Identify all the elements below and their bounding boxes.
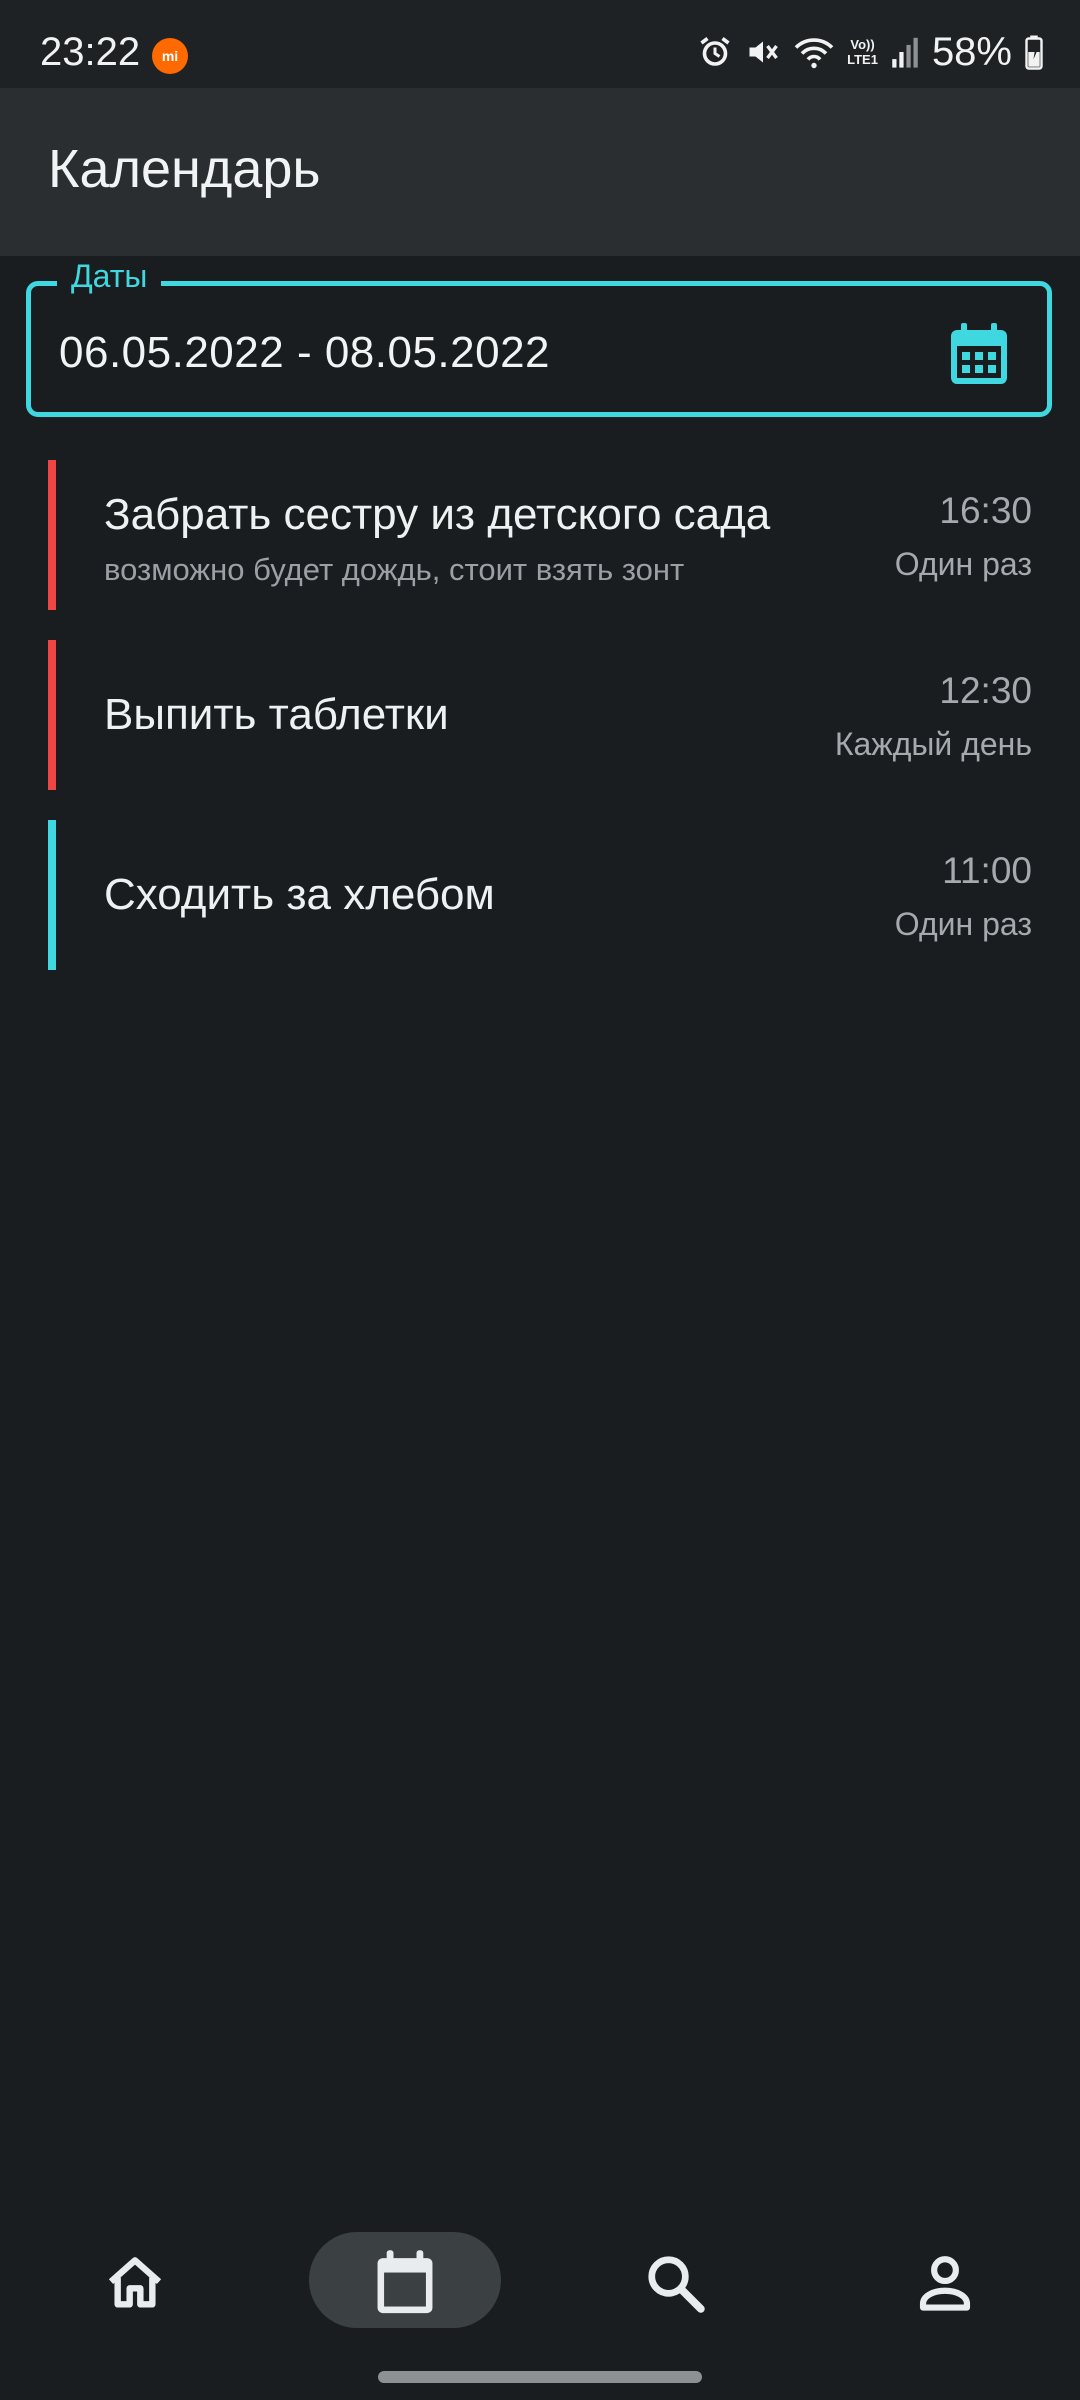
app-bar: Календарь <box>0 88 1080 256</box>
lte-label: LTE1 <box>847 52 878 67</box>
nav-search[interactable] <box>610 2220 740 2350</box>
network-type-label: Vo)) LTE1 <box>847 37 878 67</box>
event-title: Выпить таблетки <box>104 690 449 739</box>
signal-icon <box>890 35 920 69</box>
wifi-icon <box>793 34 835 70</box>
profile-icon <box>914 2252 976 2319</box>
nav-calendar[interactable] <box>340 2220 470 2350</box>
mi-notification-icon: mi <box>152 38 188 74</box>
battery-icon <box>1024 34 1044 70</box>
event-repeat: Один раз <box>894 906 1032 942</box>
bottom-navigation <box>0 2220 1080 2350</box>
status-bar: 23:22 mi Vo)) LTE1 58% <box>0 0 1080 88</box>
home-icon <box>103 2251 167 2320</box>
event-item[interactable]: Выпить таблетки 12:30 Каждый день <box>48 640 1032 790</box>
alarm-icon <box>697 34 733 70</box>
nav-home[interactable] <box>70 2220 200 2350</box>
calendar-icon[interactable] <box>949 322 1009 386</box>
volte-label: Vo)) <box>850 37 875 52</box>
page-title: Календарь <box>48 139 321 199</box>
event-title: Забрать сестру из детского сада <box>104 490 771 539</box>
gesture-navigation-bar[interactable] <box>378 2371 702 2383</box>
battery-percent: 58% <box>931 29 1012 74</box>
event-color-bar <box>48 460 56 610</box>
event-repeat: Один раз <box>894 546 1032 582</box>
vibrate-off-icon <box>745 34 781 70</box>
status-time: 23:22 <box>40 30 141 74</box>
nav-profile[interactable] <box>880 2220 1010 2350</box>
dates-field[interactable]: Даты 06.05.2022 - 08.05.2022 <box>26 258 1052 417</box>
event-repeat: Каждый день <box>834 726 1032 762</box>
dates-range-value[interactable]: 06.05.2022 - 08.05.2022 <box>59 328 550 378</box>
search-icon <box>644 2252 706 2319</box>
event-time: 16:30 <box>939 490 1032 531</box>
dates-field-label: Даты <box>57 258 162 295</box>
status-icons: Vo)) LTE1 58% <box>697 30 1044 74</box>
event-description: возможно будет дождь, стоит взять зонт <box>104 552 685 587</box>
event-time: 11:00 <box>942 850 1032 891</box>
event-item[interactable]: Сходить за хлебом 11:00 Один раз <box>48 820 1032 970</box>
event-item[interactable]: Забрать сестру из детского сада возможно… <box>48 460 1032 610</box>
event-time: 12:30 <box>939 670 1032 711</box>
event-title: Сходить за хлебом <box>104 870 495 919</box>
event-color-bar <box>48 820 56 970</box>
event-color-bar <box>48 640 56 790</box>
calendar-icon <box>373 2249 437 2322</box>
